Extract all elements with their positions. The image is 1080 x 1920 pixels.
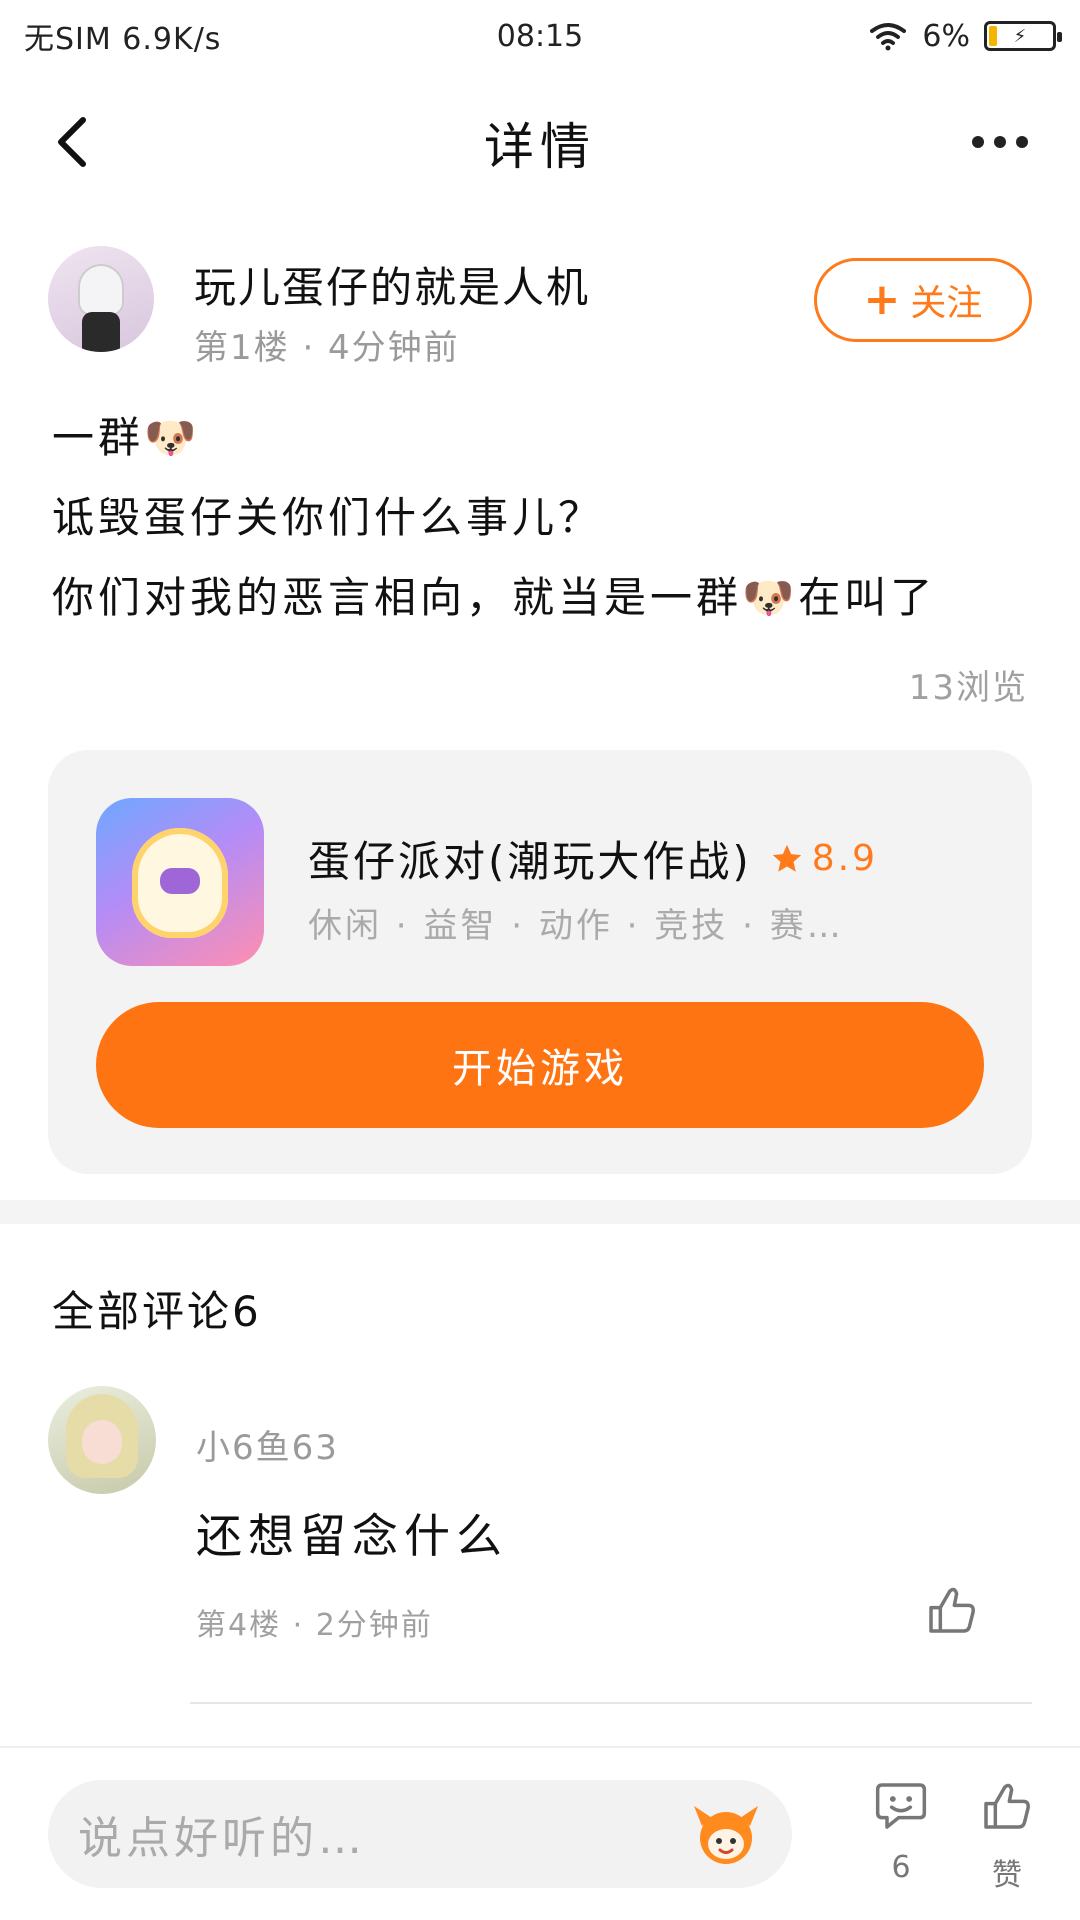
header: 详情 bbox=[0, 88, 1080, 198]
commenter-avatar[interactable] bbox=[48, 1386, 156, 1494]
start-game-button[interactable]: 开始游戏 bbox=[96, 1002, 984, 1128]
game-app-icon[interactable] bbox=[96, 798, 264, 966]
follow-label: 关注 bbox=[910, 283, 983, 324]
game-name: 蛋仔派对(潮玩大作战) bbox=[308, 837, 752, 886]
post-line: 诋毁蛋仔关你们什么事儿？ bbox=[52, 493, 605, 542]
more-options-button[interactable] bbox=[960, 112, 1040, 172]
comment-input-placeholder: 说点好听的… bbox=[78, 1813, 366, 1864]
game-title-row: 蛋仔派对(潮玩大作战) 8.9 bbox=[308, 828, 878, 889]
comments-button[interactable]: 6 bbox=[856, 1778, 946, 1908]
more-dots-icon bbox=[972, 136, 984, 148]
wifi-icon bbox=[870, 23, 907, 51]
view-count: 13浏览 bbox=[908, 668, 1028, 708]
bottom-bar: 说点好听的… 6 赞 bbox=[0, 1746, 1080, 1920]
game-tags: 休闲 · 益智 · 动作 · 竞技 · 赛… bbox=[308, 906, 844, 946]
section-divider bbox=[0, 1200, 1080, 1224]
post-author: 玩儿蛋仔的就是人机 第1楼 · 4分钟前 + 关注 bbox=[48, 246, 1032, 368]
comment-meta: 第4楼 · 2分钟前 bbox=[196, 1608, 433, 1643]
plus-icon: + bbox=[863, 274, 901, 325]
author-name[interactable]: 玩儿蛋仔的就是人机 bbox=[194, 254, 590, 315]
comment-input[interactable]: 说点好听的… bbox=[48, 1780, 792, 1888]
comment-like-button[interactable] bbox=[924, 1582, 984, 1642]
post-line: 一群🐶 bbox=[52, 413, 201, 462]
comment-item: 小6鱼63 还想留念什么 第4楼 · 2分钟前 bbox=[48, 1386, 1032, 1702]
rating-value: 8.9 bbox=[811, 838, 879, 879]
comments-header: 全部评论6 bbox=[52, 1287, 262, 1336]
carrier-network-speed: 无SIM 6.9K/s bbox=[24, 22, 222, 57]
chevron-left-icon bbox=[58, 117, 86, 167]
status-bar: 无SIM 6.9K/s 08:15 6% ⚡ bbox=[0, 0, 1080, 72]
game-rating: 8.9 bbox=[770, 838, 878, 879]
page-title: 详情 bbox=[484, 118, 596, 176]
like-post-button[interactable]: 赞 bbox=[962, 1778, 1052, 1908]
post-line: 你们对我的恶言相向，就当是一群🐶在叫了 bbox=[52, 573, 937, 622]
comment-text: 还想留念什么 bbox=[196, 1509, 508, 1563]
mascot-emoji-icon[interactable] bbox=[690, 1798, 762, 1870]
post-content: 一群🐶 诋毁蛋仔关你们什么事儿？ 你们对我的恶言相向，就当是一群🐶在叫了 bbox=[52, 398, 1032, 638]
comment-divider bbox=[190, 1702, 1032, 1704]
follow-button[interactable]: + 关注 bbox=[814, 258, 1032, 342]
status-indicators: 6% ⚡ bbox=[868, 18, 1062, 54]
post-meta: 第1楼 · 4分钟前 bbox=[194, 328, 460, 368]
author-avatar[interactable] bbox=[48, 246, 154, 352]
star-icon bbox=[772, 844, 801, 872]
like-label: 赞 bbox=[992, 1858, 1022, 1893]
thumbs-up-icon bbox=[984, 1783, 1030, 1829]
back-button[interactable] bbox=[42, 112, 102, 172]
comment-bubble-icon bbox=[875, 1783, 927, 1829]
game-card[interactable]: 蛋仔派对(潮玩大作战) 8.9 休闲 · 益智 · 动作 · 竞技 · 赛… 开… bbox=[48, 750, 1032, 1174]
thumbs-up-icon bbox=[929, 1587, 975, 1633]
battery-percent: 6% bbox=[922, 18, 970, 54]
commenter-name[interactable]: 小6鱼63 bbox=[196, 1420, 339, 1469]
battery-icon: ⚡ bbox=[984, 21, 1062, 51]
comment-count: 6 bbox=[891, 1850, 911, 1885]
